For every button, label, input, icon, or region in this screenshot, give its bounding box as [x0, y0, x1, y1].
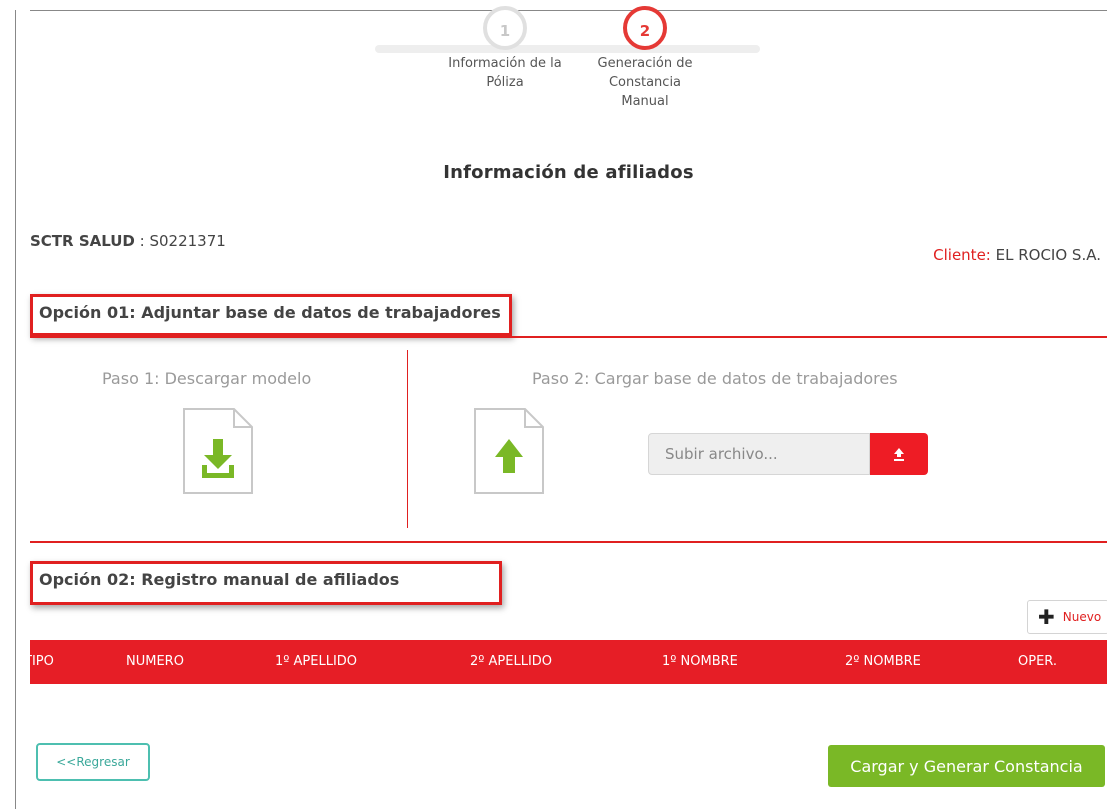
column-header-tipo[interactable]: TIPO [24, 654, 54, 669]
policy-separator: : [134, 232, 150, 250]
step-1-label-line: Información de la [448, 56, 562, 71]
plus-icon: ✚ [1038, 605, 1055, 629]
option-1-title: Opción 01: Adjuntar base de datos de tra… [30, 294, 512, 336]
file-download-icon[interactable] [182, 407, 254, 495]
step-2-circle: 2 [623, 6, 667, 50]
step-1: 1 Información de la Póliza [440, 6, 570, 92]
column-header-apellido-2[interactable]: 2º APELLIDO [470, 654, 552, 669]
step-1-label-line: Póliza [486, 75, 524, 90]
option-2-title: Opción 02: Registro manual de afiliados [30, 561, 502, 605]
upload-file-input[interactable]: Subir archivo... [648, 433, 870, 475]
page-title: Información de afiliados [443, 162, 694, 183]
column-header-nombre-2[interactable]: 2º NOMBRE [845, 654, 921, 669]
step-2-upload-label: Paso 2: Cargar base de datos de trabajad… [532, 369, 898, 388]
step-1-label: Información de la Póliza [440, 54, 570, 92]
column-separator [407, 350, 408, 528]
column-header-oper[interactable]: OPER. [1018, 654, 1057, 669]
client-info: Cliente: EL ROCIO S.A. [933, 246, 1101, 264]
step-2-label-line: Manual [621, 94, 669, 109]
policy-label: SCTR SALUD [30, 232, 135, 250]
step-2-label-line: Constancia [608, 75, 682, 90]
column-header-nombre-1[interactable]: 1º NOMBRE [662, 654, 738, 669]
policy-number: S0221371 [149, 232, 226, 250]
policy-info: SCTR SALUD : S0221371 [30, 232, 226, 250]
step-2: 2 Generación de Constancia Manual [580, 6, 710, 111]
submit-generate-button[interactable]: Cargar y Generar Constancia [828, 745, 1105, 787]
affiliates-table-header: TIPO NUMERO 1º APELLIDO 2º APELLIDO 1º N… [24, 640, 1107, 684]
file-upload-icon[interactable] [473, 407, 545, 495]
upload-icon [894, 448, 904, 461]
new-button-label: Nuevo [1062, 610, 1102, 624]
step-1-circle: 1 [483, 6, 527, 50]
frame-border-top [15, 10, 1107, 11]
file-upload-group: Subir archivo... [648, 433, 928, 475]
upload-button[interactable] [870, 433, 928, 475]
affiliates-table-body [30, 684, 1107, 744]
step-1-download-label: Paso 1: Descargar modelo [102, 369, 312, 388]
step-2-label: Generación de Constancia Manual [580, 54, 710, 111]
divider [30, 336, 1107, 338]
new-affiliate-button[interactable]: ✚ Nuevo [1027, 600, 1107, 634]
step-2-label-line: Generación de [597, 56, 693, 71]
back-button[interactable]: <<Regresar [36, 743, 150, 781]
column-header-apellido-1[interactable]: 1º APELLIDO [275, 654, 357, 669]
client-name: EL ROCIO S.A. [990, 246, 1101, 264]
page-content: 1 Información de la Póliza 2 Generación … [24, 6, 1107, 809]
client-label: Cliente: [933, 246, 991, 264]
divider [30, 541, 1107, 543]
stepper: 1 Información de la Póliza 2 Generación … [375, 6, 795, 128]
frame-border-left [0, 0, 30, 809]
column-header-numero[interactable]: NUMERO [126, 654, 184, 669]
